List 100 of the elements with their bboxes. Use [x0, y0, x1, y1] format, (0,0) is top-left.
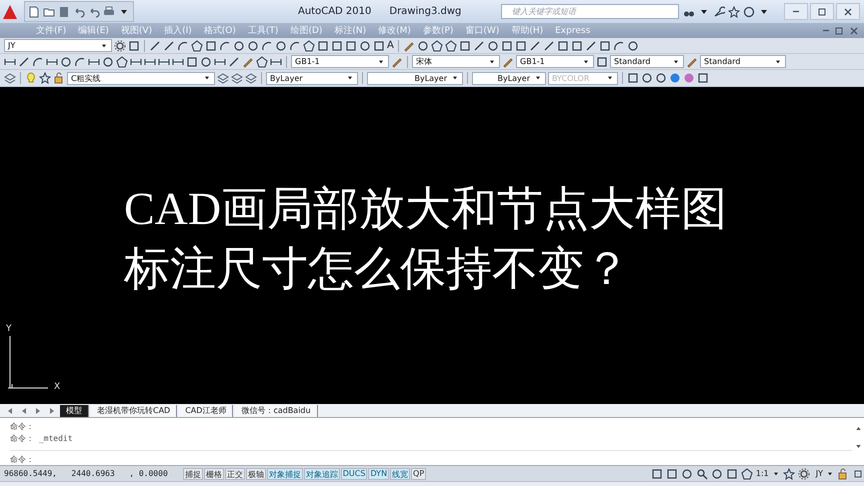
line-icon[interactable]: [163, 40, 175, 52]
command-prompt[interactable]: 命令：: [10, 450, 852, 465]
workspace-label[interactable]: JY: [816, 469, 823, 478]
arc-icon[interactable]: [177, 40, 189, 52]
gear-icon[interactable]: [114, 40, 126, 52]
square-icon[interactable]: [598, 40, 611, 52]
maximize-icon[interactable]: [852, 468, 864, 480]
lock-icon[interactable]: [53, 72, 65, 84]
circle-icon[interactable]: [275, 40, 287, 52]
square-icon[interactable]: [345, 40, 357, 52]
polygon-icon[interactable]: [116, 56, 128, 68]
polygon-icon[interactable]: [191, 40, 203, 52]
arc-icon[interactable]: [32, 56, 44, 68]
status-toggle[interactable]: 栅格: [204, 468, 224, 480]
line-icon[interactable]: [584, 40, 597, 52]
square-icon[interactable]: [458, 40, 471, 52]
printer-icon[interactable]: [103, 6, 115, 18]
circle-icon[interactable]: [680, 468, 693, 480]
circle-icon[interactable]: [247, 40, 259, 52]
status-toggle[interactable]: 极轴: [246, 468, 266, 480]
caret-icon[interactable]: [772, 470, 780, 478]
table-style-dropdown[interactable]: Standard: [610, 55, 684, 68]
font-dropdown[interactable]: 宋体: [412, 55, 500, 68]
arc-icon[interactable]: [74, 56, 86, 68]
square-icon[interactable]: [556, 40, 569, 52]
square-icon[interactable]: [514, 40, 527, 52]
square-icon[interactable]: [650, 468, 663, 480]
layer-icon[interactable]: [231, 72, 243, 84]
line-icon[interactable]: [149, 40, 161, 52]
status-toggle[interactable]: 正交: [224, 468, 245, 480]
square-icon[interactable]: [570, 40, 583, 52]
layout-tab[interactable]: 微信号：cadBaidu: [235, 404, 318, 416]
polygon-icon[interactable]: [444, 40, 457, 52]
square-icon[interactable]: [331, 40, 343, 52]
close-button[interactable]: [836, 3, 860, 20]
square-icon[interactable]: [596, 56, 608, 68]
line-icon[interactable]: [18, 56, 30, 68]
maximize-button[interactable]: [810, 3, 834, 20]
circle-icon[interactable]: [641, 72, 653, 84]
layout-tab[interactable]: 模型: [60, 404, 89, 416]
annotation-scale[interactable]: 1:1: [756, 469, 769, 478]
circle-icon[interactable]: [60, 56, 72, 68]
circle-icon[interactable]: [102, 56, 114, 68]
square-icon[interactable]: [317, 40, 329, 52]
status-toggle[interactable]: DYN: [368, 468, 390, 480]
search-field[interactable]: 键入关键字或短语: [501, 4, 679, 19]
linetype-dropdown[interactable]: ByLayer: [367, 72, 463, 84]
wrench-icon[interactable]: [713, 6, 725, 18]
circle-icon[interactable]: [233, 40, 245, 52]
polygon-icon[interactable]: [430, 40, 443, 52]
color-dropdown[interactable]: ByLayer: [266, 72, 358, 84]
polygon-icon[interactable]: [740, 468, 753, 480]
arc-icon[interactable]: [612, 40, 625, 52]
circle-icon[interactable]: [416, 40, 429, 52]
folder-icon[interactable]: [43, 6, 55, 18]
line-icon[interactable]: [228, 56, 240, 68]
undo-icon[interactable]: [73, 6, 85, 18]
text-tool[interactable]: A: [387, 40, 394, 51]
status-toggle[interactable]: 线宽: [390, 468, 410, 480]
layer-icon[interactable]: [217, 72, 229, 84]
document-icon[interactable]: [28, 6, 40, 18]
polygon-icon[interactable]: [256, 56, 268, 68]
square-icon[interactable]: [205, 40, 217, 52]
square-icon[interactable]: [500, 40, 513, 52]
arc-icon[interactable]: [219, 40, 231, 52]
undo-icon[interactable]: [88, 6, 100, 18]
line-icon[interactable]: [528, 40, 541, 52]
layer-icon[interactable]: [4, 72, 16, 84]
square-icon[interactable]: [186, 56, 198, 68]
star-icon[interactable]: [39, 72, 51, 84]
square-icon[interactable]: [697, 72, 709, 84]
square-icon[interactable]: [128, 40, 140, 52]
minimize-icon[interactable]: [822, 29, 830, 32]
status-toggle[interactable]: QP: [411, 468, 426, 480]
line-icon[interactable]: [472, 40, 485, 52]
magnifier-icon[interactable]: [696, 468, 708, 480]
status-toggle[interactable]: DUCS: [340, 468, 368, 480]
circle-icon[interactable]: [486, 40, 499, 52]
layout-tab[interactable]: CAD江老师: [179, 404, 234, 416]
multileader-style-dropdown[interactable]: Standard: [700, 55, 786, 68]
polygon-icon[interactable]: [303, 40, 315, 52]
layer-icon[interactable]: [245, 72, 257, 84]
square-icon[interactable]: [726, 468, 738, 480]
close-icon[interactable]: [848, 24, 860, 36]
workspace-dropdown[interactable]: JY: [4, 39, 112, 52]
maximize-icon[interactable]: [833, 24, 845, 36]
lineweight-dropdown[interactable]: ByLayer: [472, 72, 546, 84]
arc-icon[interactable]: [261, 40, 273, 52]
square-icon[interactable]: [373, 40, 385, 52]
dimension-style-dropdown[interactable]: GB1-1: [516, 55, 594, 68]
circle-icon[interactable]: [200, 56, 212, 68]
star-icon[interactable]: [782, 468, 795, 480]
caret-icon[interactable]: [826, 470, 834, 478]
star-icon[interactable]: [728, 6, 740, 18]
dimension-style-dropdown[interactable]: GB1-1: [291, 55, 389, 68]
status-toggle[interactable]: 对象追踪: [304, 468, 340, 480]
status-toggle[interactable]: 对象捕捉: [266, 468, 303, 480]
gear-icon[interactable]: [798, 468, 810, 480]
lock-icon[interactable]: [837, 468, 849, 480]
circle-icon[interactable]: [710, 468, 723, 480]
